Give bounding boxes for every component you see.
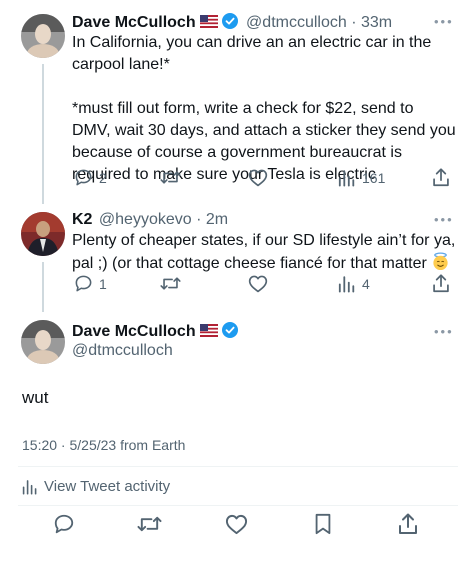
views-icon [338, 170, 355, 187]
share-icon [433, 274, 449, 293]
views-button[interactable]: 4 [338, 274, 370, 293]
tweet-header: K2 @heyyokevo · 2m [72, 211, 422, 229]
us-flag-icon [199, 15, 218, 28]
bookmark-button[interactable] [313, 513, 333, 540]
tweet-text: wut [22, 388, 49, 407]
avatar[interactable] [21, 320, 65, 364]
avatar[interactable] [21, 212, 65, 256]
tweet-text-content: Plenty of cheaper states, if our SD life… [72, 232, 460, 272]
reply-button[interactable]: 2 [74, 168, 107, 187]
verified-icon [221, 13, 238, 29]
bookmark-icon [315, 513, 331, 535]
us-flag-icon [199, 324, 218, 337]
share-icon [399, 513, 417, 534]
divider [18, 505, 458, 506]
share-icon [433, 168, 449, 187]
avatar[interactable] [21, 14, 65, 58]
display-name[interactable]: Dave McCulloch [72, 14, 196, 31]
share-button[interactable] [398, 513, 418, 540]
reply-button[interactable] [53, 513, 75, 540]
views-button[interactable]: 161 [338, 168, 385, 187]
retweet-icon [160, 277, 181, 290]
like-icon [248, 275, 268, 293]
reply-count: 1 [99, 275, 107, 292]
handle[interactable]: @dtmcculloch [246, 14, 347, 31]
like-button[interactable] [225, 513, 248, 540]
thread-line [42, 64, 44, 204]
more-icon[interactable]: ••• [434, 212, 454, 227]
divider [18, 466, 458, 467]
tweet-text: In California, you can drive an an elect… [72, 34, 456, 183]
views-icon [22, 480, 37, 495]
handle[interactable]: @dtmcculloch [72, 342, 173, 360]
handle[interactable]: @heyyokevo [99, 211, 192, 228]
reply-button[interactable]: 1 [74, 274, 107, 293]
like-button[interactable] [248, 168, 268, 187]
reply-icon [75, 169, 92, 186]
reply-icon [75, 275, 92, 292]
more-icon[interactable]: ••• [434, 324, 454, 339]
tweet-text: Plenty of cheaper states, if our SD life… [72, 230, 456, 275]
like-button[interactable] [248, 274, 268, 293]
reply-count: 2 [99, 169, 107, 186]
views-count: 4 [362, 275, 370, 292]
share-button[interactable] [432, 168, 450, 187]
retweet-icon [137, 516, 162, 532]
smiling-face-with-halo-icon [431, 252, 450, 271]
display-name[interactable]: K2 [72, 211, 92, 228]
views-icon [338, 276, 355, 293]
timestamp[interactable]: · 33m [351, 14, 392, 31]
timestamp[interactable]: · 2m [196, 211, 228, 228]
thread-line [42, 262, 44, 312]
reply-icon [54, 514, 74, 534]
tweet-header: Dave McCulloch @dtmcculloch · 33m [72, 13, 422, 32]
retweet-icon [160, 171, 181, 184]
share-button[interactable] [432, 274, 450, 293]
more-icon[interactable]: ••• [434, 14, 454, 29]
display-name[interactable]: Dave McCulloch [72, 323, 196, 340]
retweet-button[interactable] [160, 168, 181, 187]
tweet-activity-label: View Tweet activity [44, 478, 171, 495]
tweet-header: Dave McCulloch [72, 322, 238, 341]
like-icon [248, 169, 268, 187]
retweet-button[interactable] [137, 513, 162, 540]
tweet-activity-link[interactable]: View Tweet activity [22, 478, 170, 495]
verified-icon [221, 322, 238, 338]
views-count: 161 [362, 169, 386, 186]
like-icon [225, 514, 248, 535]
retweet-button[interactable] [160, 274, 181, 293]
tweet-timestamp[interactable]: 15:20 · 5/25/23 from Earth [22, 437, 185, 453]
